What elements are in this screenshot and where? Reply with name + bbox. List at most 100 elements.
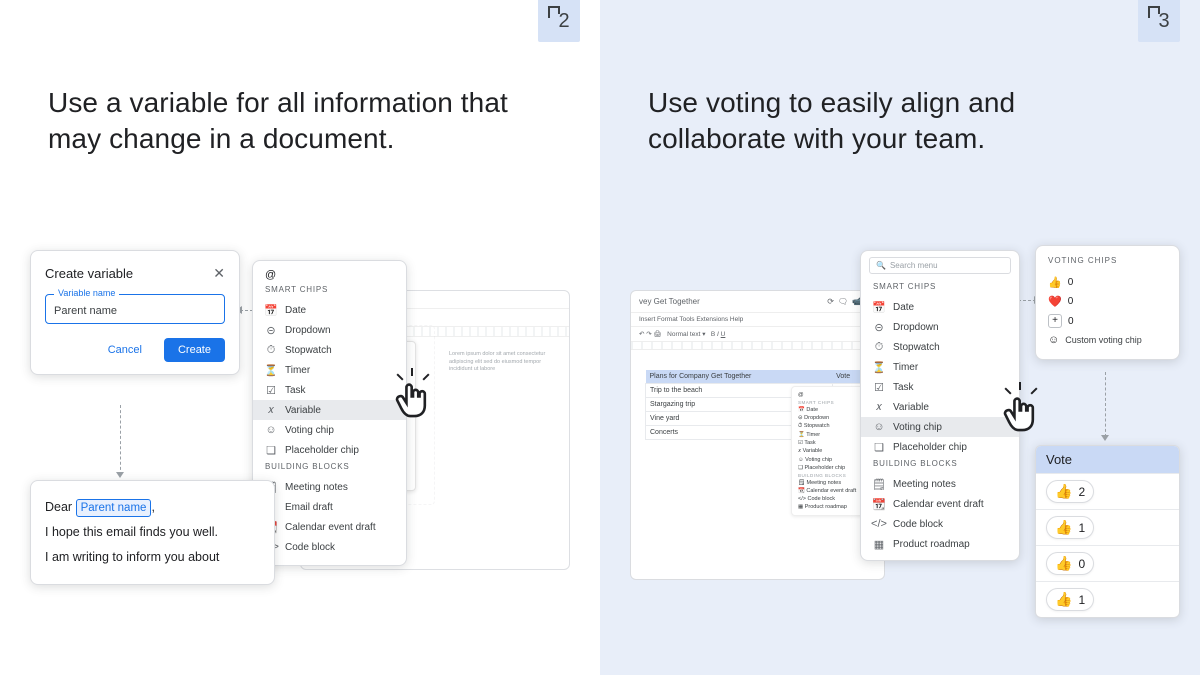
email-line-3: I am writing to inform you about bbox=[45, 545, 260, 570]
variable-icon: 𝑥 bbox=[265, 404, 277, 416]
close-icon[interactable]: ✕ bbox=[213, 265, 225, 282]
email-preview-card: Dear Parent name, I hope this email find… bbox=[30, 480, 275, 585]
create-variable-dialog: Create variable ✕ Variable name Cancel C… bbox=[30, 250, 240, 375]
page-number: 2 bbox=[558, 10, 569, 33]
voting-icon: ☺ bbox=[873, 421, 885, 433]
headline-right: Use voting to easily align and collabora… bbox=[648, 85, 1160, 158]
menu-item-task[interactable]: ☑Task bbox=[861, 377, 1019, 397]
menu-item-variable[interactable]: 𝑥Variable bbox=[861, 397, 1019, 417]
email-greeting: Dear Parent name, bbox=[45, 495, 260, 520]
task-icon: ☑ bbox=[873, 381, 885, 393]
thumbs-up-icon: 👍 bbox=[1055, 519, 1072, 536]
menu-item-voting-chip[interactable]: ☺Voting chip bbox=[861, 417, 1019, 437]
voting-option-custom[interactable]: ☺Custom voting chip bbox=[1048, 331, 1167, 349]
menu-item-dropdown[interactable]: ⊝Dropdown bbox=[253, 320, 406, 340]
menu-item-dropdown[interactable]: ⊝Dropdown bbox=[861, 317, 1019, 337]
panel-step-3: 3 Use voting to easily align and collabo… bbox=[600, 0, 1200, 675]
dropdown-icon: ⊝ bbox=[265, 324, 277, 336]
doc-title: vey Get Together bbox=[639, 297, 700, 306]
insert-menu-card: 🔍Search menu SMART CHIPS 📅Date ⊝Dropdown… bbox=[860, 250, 1020, 561]
vote-result-row: 👍1 bbox=[1036, 581, 1179, 617]
variable-name-field[interactable]: Variable name bbox=[45, 294, 225, 324]
stopwatch-icon: ⏱ bbox=[873, 341, 885, 353]
menu-item-code-block[interactable]: </>Code block bbox=[861, 514, 1019, 534]
voting-chips-panel: VOTING CHIPS 👍0 ❤️0 +0 ☺Custom voting ch… bbox=[1035, 245, 1180, 360]
thumbs-up-icon: 👍 bbox=[1055, 483, 1072, 500]
placeholder-icon: ❏ bbox=[873, 441, 885, 453]
code-icon: </> bbox=[873, 518, 885, 530]
menu-header-smart-chips: SMART CHIPS bbox=[253, 283, 406, 300]
menu-item-timer[interactable]: ⏳Timer bbox=[253, 360, 406, 380]
voting-option-thumbs-up[interactable]: 👍0 bbox=[1048, 273, 1167, 292]
doc-format-bar[interactable]: ↶ ↷ 🖨 Normal text ▾ B I U bbox=[631, 327, 884, 342]
vote-chip[interactable]: 👍0 bbox=[1046, 552, 1094, 575]
menu-item-task[interactable]: ☑Task bbox=[253, 380, 406, 400]
stopwatch-icon: ⏱ bbox=[265, 344, 277, 356]
pointer-hand-icon bbox=[392, 378, 434, 420]
vote-results-header: Vote bbox=[1036, 446, 1179, 473]
arrow-connector bbox=[1105, 372, 1106, 437]
stage: 2 Use a variable for all information tha… bbox=[0, 0, 1200, 675]
field-label: Variable name bbox=[54, 288, 119, 298]
menu-item-stopwatch[interactable]: ⏱Stopwatch bbox=[253, 340, 406, 360]
thumbs-up-icon: 👍 bbox=[1055, 555, 1072, 572]
menu-header-building-blocks: BUILDING BLOCKS bbox=[253, 460, 406, 477]
menu-item-calendar-event-draft[interactable]: 📆Calendar event draft bbox=[861, 494, 1019, 514]
placeholder-icon: ❏ bbox=[265, 444, 277, 456]
vote-chip[interactable]: 👍2 bbox=[1046, 480, 1094, 503]
docs-editor: vey Get Together ⟳🗨📹🔒 Insert Format Tool… bbox=[630, 290, 885, 580]
menu-search-input[interactable]: 🔍Search menu bbox=[869, 257, 1011, 274]
page-number: 3 bbox=[1158, 10, 1169, 33]
thumbs-up-icon: 👍 bbox=[1048, 276, 1062, 289]
menu-item-meeting-notes[interactable]: 🗒Meeting notes bbox=[861, 474, 1019, 494]
voting-icon: ☺ bbox=[265, 424, 277, 436]
menu-item-variable[interactable]: 𝑥Variable bbox=[253, 400, 406, 420]
vote-result-row: 👍0 bbox=[1036, 545, 1179, 581]
menu-item-date[interactable]: 📅Date bbox=[253, 300, 406, 320]
dropdown-icon: ⊝ bbox=[873, 321, 885, 333]
menu-item-timer[interactable]: ⏳Timer bbox=[861, 357, 1019, 377]
menu-item-code-block[interactable]: </>Code block bbox=[253, 537, 406, 557]
vote-chip[interactable]: 👍1 bbox=[1046, 516, 1094, 539]
variable-chip[interactable]: Parent name bbox=[76, 499, 152, 517]
notes-icon: 🗒 bbox=[873, 478, 885, 490]
menu-item-product-roadmap[interactable]: ▦Product roadmap bbox=[861, 534, 1019, 554]
search-icon: 🔍 bbox=[876, 261, 886, 270]
menu-item-date[interactable]: 📅Date bbox=[861, 297, 1019, 317]
menu-header-building-blocks: BUILDING BLOCKS bbox=[861, 457, 1019, 474]
create-button[interactable]: Create bbox=[164, 338, 225, 362]
timer-icon: ⏳ bbox=[873, 361, 885, 373]
menu-item-placeholder-chip[interactable]: ❏Placeholder chip bbox=[253, 440, 406, 460]
cancel-button[interactable]: Cancel bbox=[94, 338, 156, 362]
voting-option-heart[interactable]: ❤️0 bbox=[1048, 292, 1167, 311]
menu-item-stopwatch[interactable]: ⏱Stopwatch bbox=[861, 337, 1019, 357]
menu-item-meeting-notes[interactable]: 🗒Meeting notes bbox=[253, 477, 406, 497]
headline-left: Use a variable for all information that … bbox=[48, 85, 560, 158]
arrowhead-icon bbox=[1101, 435, 1109, 441]
vote-result-row: 👍2 bbox=[1036, 473, 1179, 509]
menu-item-email-draft[interactable]: ✉Email draft bbox=[253, 497, 406, 517]
timer-icon: ⏳ bbox=[265, 364, 277, 376]
at-trigger: @ bbox=[253, 269, 406, 283]
table-header: Plans for Company Get Together bbox=[646, 370, 833, 384]
plus-icon: + bbox=[1048, 314, 1062, 328]
arrow-connector bbox=[120, 405, 121, 475]
page-flag-3: 3 bbox=[1138, 0, 1180, 42]
variable-name-input[interactable] bbox=[54, 305, 216, 317]
menu-item-placeholder-chip[interactable]: ❏Placeholder chip bbox=[861, 437, 1019, 457]
variable-icon: 𝑥 bbox=[873, 401, 885, 413]
calendar-icon: 📅 bbox=[265, 304, 277, 316]
dialog-title: Create variable bbox=[45, 266, 133, 281]
menu-header-smart-chips: SMART CHIPS bbox=[861, 280, 1019, 297]
arrowhead-icon bbox=[116, 472, 124, 478]
menu-item-calendar-event-draft[interactable]: 📆Calendar event draft bbox=[253, 517, 406, 537]
calendar-icon: 📅 bbox=[873, 301, 885, 313]
vote-results-card: Vote 👍2 👍1 👍0 👍1 bbox=[1035, 445, 1180, 618]
menu-item-voting-chip[interactable]: ☺Voting chip bbox=[253, 420, 406, 440]
panel-step-2: 2 Use a variable for all information tha… bbox=[0, 0, 600, 675]
doc-menu-bar[interactable]: Insert Format Tools Extensions Help bbox=[631, 313, 884, 327]
thumbs-up-icon: 👍 bbox=[1055, 591, 1072, 608]
vote-chip[interactable]: 👍1 bbox=[1046, 588, 1094, 611]
task-icon: ☑ bbox=[265, 384, 277, 396]
voting-option-plus[interactable]: +0 bbox=[1048, 311, 1167, 331]
